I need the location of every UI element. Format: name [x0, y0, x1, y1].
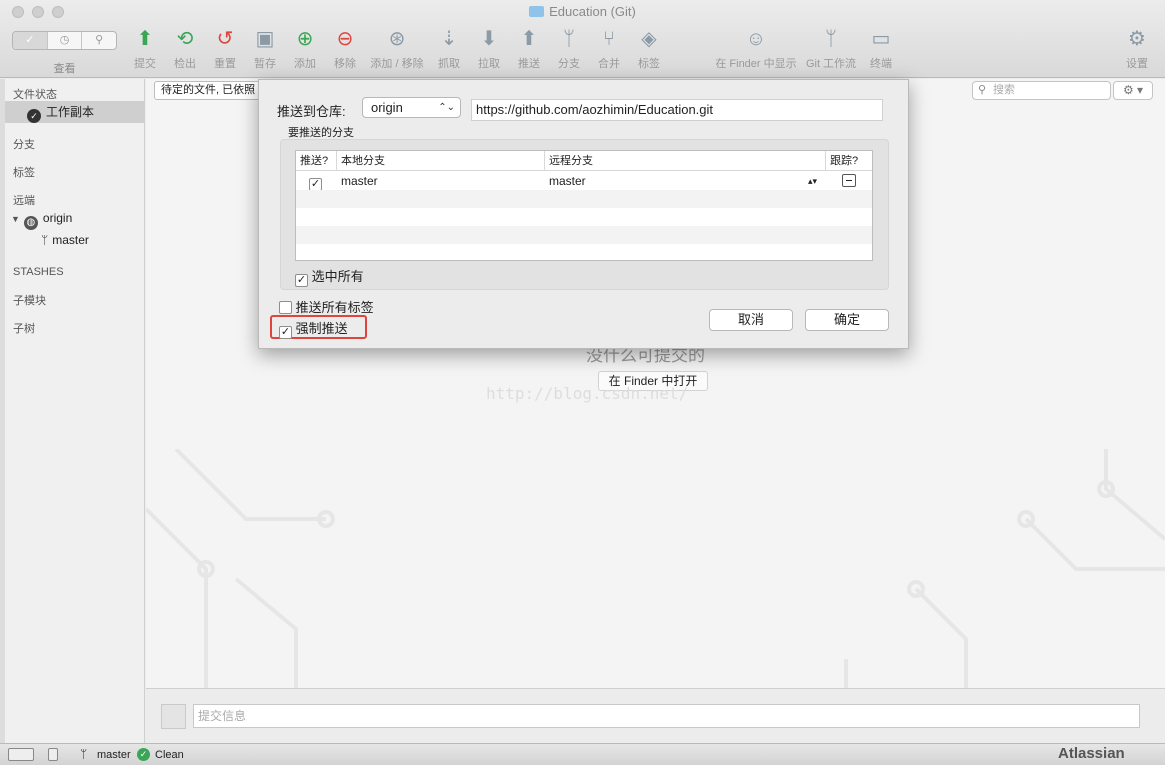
column-header-local-branch[interactable]: 本地分支 [337, 151, 545, 171]
column-header-remote-branch[interactable]: 远程分支 [545, 151, 826, 171]
remote-branch-select[interactable]: master [549, 172, 586, 190]
commit-message-input[interactable]: 提交信息 [193, 704, 1140, 728]
sidebar-item-remotes[interactable]: 远端 [5, 192, 35, 208]
table-row [296, 226, 872, 244]
settings-button[interactable]: ⚙ 设置 [1111, 26, 1163, 71]
remove-button[interactable]: ⊖ 移除 [319, 26, 371, 71]
file-status-header: 文件状态 [13, 89, 57, 101]
stash-icon: ▣ [255, 28, 275, 50]
sidebar-item-origin[interactable]: ▼ ◍ origin [5, 207, 144, 230]
show-in-finder-button[interactable]: ☺ 在 Finder 中显示 [711, 26, 801, 71]
commit-icon: ⬆ [136, 28, 154, 50]
toggle-sidebar-button[interactable] [8, 748, 34, 761]
checkout-icon: ⟲ [176, 28, 194, 50]
table-row: ✓ master master ▴▾ [296, 172, 872, 191]
search-view-icon[interactable]: ⚲ [82, 32, 116, 49]
branch-icon: ᛘ [80, 747, 88, 761]
branch-icon: ᛘ [563, 28, 575, 50]
search-input[interactable]: ⚲ 搜索 [972, 81, 1111, 100]
folder-icon [529, 6, 545, 17]
commit-area: 提交信息 [146, 688, 1165, 743]
branches-group: 推送? 本地分支 远程分支 跟踪? ✓ master master ▴▾ ✓ 选… [280, 139, 889, 290]
branch-icon: ᛘ [41, 233, 49, 247]
terminal-icon: ▭ [871, 28, 891, 50]
chevron-updown-icon[interactable]: ▴▾ [808, 172, 817, 190]
sidebar-item-branches[interactable]: 分支 [5, 136, 35, 152]
view-mode-segment[interactable]: ✓ ◷ ⚲ [12, 31, 117, 50]
column-header-push[interactable]: 推送? [296, 151, 337, 171]
repo-url-field[interactable]: https://github.com/aozhimin/Education.gi… [471, 99, 883, 121]
app-window: Education (Git) ✓ ◷ ⚲ 查看 ⬆ 提交 ⟲ 检出 ↺ 重置 … [0, 0, 1165, 765]
sidebar-item-submodules[interactable]: 子模块 [5, 292, 46, 308]
sidebar-item-working-copy[interactable]: ✓ 工作副本 [5, 101, 144, 123]
file-status-view-icon[interactable]: ✓ [13, 32, 48, 49]
current-branch: master [97, 749, 131, 761]
table-row [296, 244, 872, 260]
globe-icon: ◍ [23, 216, 38, 230]
pull-icon: ⬇ [480, 28, 498, 50]
toggle-panel-button[interactable] [48, 748, 58, 761]
repo-select[interactable]: origin ⌃⌄ [362, 97, 461, 118]
sidebar-item-subtrees[interactable]: 子树 [5, 320, 35, 336]
view-label: 查看 [53, 63, 76, 75]
add-icon: ⊕ [296, 28, 314, 50]
status-badge: Clean [155, 749, 184, 761]
table-row [296, 208, 872, 226]
watermark: http://blog.csdn.net/ [486, 384, 689, 403]
merge-icon: ⑂ [603, 28, 615, 50]
sidebar: 文件状态 ✓ 工作副本 分支 标签 远端 ▼ ◍ origin ᛘ master STA… [5, 79, 145, 743]
sidebar-item-stashes[interactable]: STASHES [5, 266, 64, 278]
gear-icon: ⚙ [1128, 28, 1146, 50]
git-flow-button[interactable]: ᛘ Git 工作流 [801, 26, 861, 71]
tag-icon: ◈ [641, 28, 657, 50]
fetch-icon: ⇣ [440, 28, 458, 50]
cancel-button[interactable]: 取消 [709, 309, 793, 331]
force-push-checkbox[interactable]: ✓ 强制推送 [279, 318, 348, 339]
check-circle-icon: ✓ [27, 109, 41, 123]
push-to-repo-label: 推送到仓库: [277, 104, 346, 119]
toolbar: Education (Git) ✓ ◷ ⚲ 查看 ⬆ 提交 ⟲ 检出 ↺ 重置 … [0, 0, 1165, 78]
column-header-track[interactable]: 跟踪? [826, 151, 872, 171]
push-all-tags-checkbox[interactable]: 推送所有标签 [279, 297, 374, 316]
reset-icon: ↺ [216, 28, 234, 50]
circuit-background [146, 449, 1165, 688]
push-checkbox[interactable]: ✓ [309, 172, 322, 191]
status-bar: ᛘ master ✓ Clean Atlassian [0, 743, 1165, 765]
window-title: Education (Git) [0, 4, 1165, 19]
clean-status-icon: ✓ [137, 748, 150, 761]
disclosure-triangle-icon[interactable]: ▼ [11, 214, 20, 224]
table-row [296, 190, 872, 208]
sidebar-item-tags[interactable]: 标签 [5, 164, 35, 180]
select-all-checkbox[interactable]: ✓ 选中所有 [295, 266, 364, 287]
local-branch-cell: master [341, 174, 378, 188]
push-icon: ⬆ [520, 28, 538, 50]
add-remove-button[interactable]: ⊛ 添加 / 移除 [368, 26, 426, 71]
atlassian-logo: Atlassian [1058, 745, 1125, 762]
branches-to-push-label: 要推送的分支 [288, 127, 354, 139]
search-icon: ⚲ [978, 84, 987, 96]
history-view-icon[interactable]: ◷ [48, 32, 83, 49]
branches-table: 推送? 本地分支 远程分支 跟踪? ✓ master master ▴▾ [295, 150, 873, 261]
git-flow-icon: ᛘ [825, 28, 837, 50]
avatar [161, 704, 186, 729]
tag-button[interactable]: ◈ 标签 [623, 26, 675, 71]
chevron-updown-icon: ⌃⌄ [438, 102, 455, 113]
view-options-button[interactable]: ⚙ ▾ [1113, 81, 1153, 100]
sidebar-item-remote-master[interactable]: ᛘ master [5, 229, 144, 251]
add-remove-icon: ⊛ [388, 28, 406, 50]
ok-button[interactable]: 确定 [805, 309, 889, 331]
finder-icon: ☺ [745, 28, 767, 50]
gear-icon: ⚙ ▾ [1122, 83, 1144, 97]
terminal-button[interactable]: ▭ 终端 [855, 26, 907, 71]
push-dialog: 推送到仓库: origin ⌃⌄ https://github.com/aozhi… [258, 79, 909, 349]
remove-icon: ⊖ [336, 28, 354, 50]
